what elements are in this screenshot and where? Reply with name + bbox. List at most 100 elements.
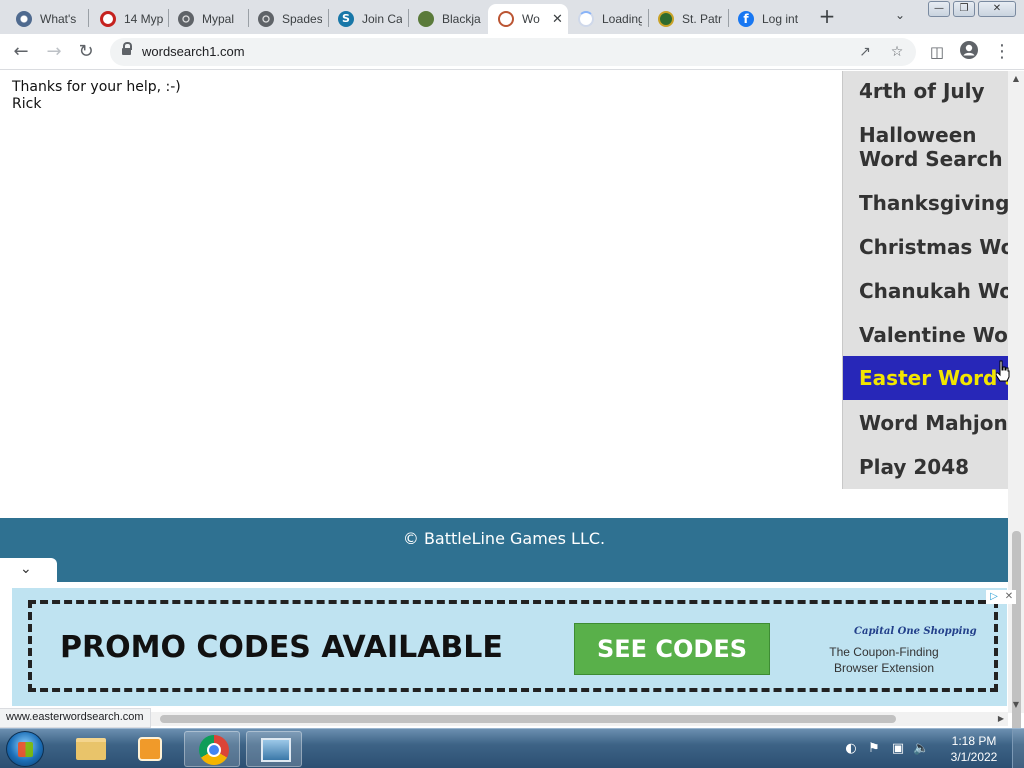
- taskbar-chrome[interactable]: [184, 731, 240, 767]
- bookmark-star-icon[interactable]: ☆: [886, 41, 908, 63]
- tab-strip: What's 14 Myp Mypal Spades S Join Ca Bla…: [0, 0, 1024, 34]
- facebook-icon: f: [738, 11, 754, 27]
- thanks-message: Thanks for your help, :-) Rick: [12, 79, 181, 113]
- profile-avatar-icon[interactable]: [957, 40, 981, 64]
- tab-separator: [88, 9, 89, 27]
- tab-6-active[interactable]: Wo ✕: [488, 4, 568, 34]
- windows-start-button[interactable]: [6, 731, 44, 767]
- side-panel-icon[interactable]: ◫: [925, 40, 949, 64]
- tab-title: What's: [40, 12, 77, 26]
- back-arrow-icon[interactable]: ←: [9, 40, 33, 64]
- sidebar-menu: 4rth of July Halloween Word Search Thank…: [842, 71, 1008, 489]
- vertical-scrollbar[interactable]: ▲ ▼: [1008, 71, 1024, 761]
- promo-ad-banner[interactable]: PROMO CODES AVAILABLE SEE CODES Capital …: [12, 588, 1016, 706]
- skype-icon: S: [338, 11, 354, 27]
- message-line-2: Rick: [12, 96, 42, 112]
- tab-title: Wo: [522, 12, 540, 26]
- menu-item-christmas[interactable]: Christmas Word Search: [843, 235, 1008, 259]
- clock-date: 3/1/2022: [950, 750, 998, 764]
- horizontal-scrollbar-thumb[interactable]: [160, 715, 896, 723]
- chrome-icon: [16, 11, 32, 27]
- windows-taskbar: ◐ ⚑ ▣ 🔈 1:18 PM 3/1/2022: [0, 728, 1024, 768]
- adchoices-icon[interactable]: ▷: [986, 590, 1002, 604]
- ad-close-icon[interactable]: ✕: [1002, 590, 1016, 604]
- tab-title: Spades: [282, 12, 322, 26]
- globe-icon: [258, 11, 274, 27]
- tab-search-chevron-icon[interactable]: ⌄: [895, 8, 905, 22]
- browser-menu-kebab-icon[interactable]: ⋮: [990, 40, 1014, 64]
- tab-title: Blackja: [442, 12, 481, 26]
- scrollbar-thumb[interactable]: [1012, 531, 1021, 761]
- close-tab-icon[interactable]: ✕: [552, 12, 563, 27]
- menu-item-halloween[interactable]: Halloween Word Search: [843, 123, 1003, 171]
- tab-title: Log int: [762, 12, 799, 26]
- menu-item-play-2048[interactable]: Play 2048: [843, 455, 1008, 479]
- taskbar-file-explorer[interactable]: [62, 731, 118, 767]
- tab-1[interactable]: 14 Myp: [90, 4, 168, 34]
- reload-icon[interactable]: ↻: [74, 40, 98, 64]
- tab-title: Join Ca: [362, 12, 402, 26]
- taskbar-media-player[interactable]: [122, 731, 178, 767]
- horizontal-scrollbar[interactable]: ▶: [0, 712, 1008, 726]
- capital-one-shopping-logo: Capital One Shopping: [854, 626, 977, 637]
- weather-tray-icon[interactable]: ◐: [843, 741, 859, 757]
- chevron-down-icon: ⌄: [20, 561, 32, 577]
- new-tab-plus-icon[interactable]: +: [816, 6, 838, 28]
- address-bar[interactable]: wordsearch1.com ↗ ☆: [110, 38, 916, 66]
- tab-2[interactable]: Mypal: [168, 4, 248, 34]
- volume-icon[interactable]: 🔈: [913, 741, 929, 757]
- tab-title: St. Patri: [682, 12, 722, 26]
- action-center-flag-icon[interactable]: ⚑: [866, 741, 882, 757]
- red-circle-icon: [100, 11, 116, 27]
- tab-4[interactable]: S Join Ca: [328, 4, 408, 34]
- status-bar-url: www.easterwordsearch.com: [0, 708, 151, 728]
- forward-arrow-icon[interactable]: →: [42, 40, 66, 64]
- tab-8[interactable]: St. Patri: [648, 4, 728, 34]
- tab-title: Mypal: [202, 12, 235, 26]
- tab-title: 14 Myp: [124, 12, 164, 26]
- menu-item-thanksgiving[interactable]: Thanksgiving Word Search: [843, 191, 1008, 215]
- close-window-icon[interactable]: ✕: [978, 1, 1016, 17]
- chrome-icon: [199, 735, 229, 765]
- game-icon: [418, 11, 434, 27]
- restore-window-icon[interactable]: ❐: [953, 1, 975, 17]
- system-clock[interactable]: 1:18 PM 3/1/2022: [940, 733, 1008, 765]
- folder-icon: [76, 738, 106, 760]
- ad-collapse-toggle[interactable]: ⌄: [0, 558, 57, 583]
- scroll-right-arrow-icon[interactable]: ▶: [998, 712, 1004, 726]
- scroll-up-arrow-icon[interactable]: ▲: [1008, 71, 1024, 87]
- clock-time: 1:18 PM: [951, 734, 997, 748]
- tab-7[interactable]: Loading: [568, 4, 648, 34]
- menu-item-word-mahjong[interactable]: Word Mahjong: [843, 411, 1008, 435]
- wordsearch-icon: [498, 11, 514, 27]
- show-desktop-button[interactable]: [1012, 729, 1024, 768]
- tab-9[interactable]: f Log int: [728, 4, 808, 34]
- hand-cursor-icon: [996, 360, 1010, 382]
- shamrock-icon: [658, 11, 674, 27]
- ad-bar: PROMO CODES AVAILABLE SEE CODES Capital …: [0, 582, 1016, 712]
- media-player-icon: [138, 737, 162, 761]
- ad-tagline: The Coupon-Finding Browser Extension: [829, 645, 939, 675]
- scroll-down-arrow-icon[interactable]: ▼: [1008, 697, 1024, 713]
- taskbar-picture-viewer[interactable]: [246, 731, 302, 767]
- see-codes-button[interactable]: SEE CODES: [574, 623, 770, 675]
- tab-title: Loading: [602, 12, 642, 26]
- url-text[interactable]: wordsearch1.com: [142, 44, 245, 59]
- menu-item-valentine[interactable]: Valentine Word Search: [843, 323, 1008, 347]
- page-footer: © BattleLine Games LLC.: [0, 518, 1008, 582]
- tab-3[interactable]: Spades: [248, 4, 328, 34]
- tab-5[interactable]: Blackja: [408, 4, 488, 34]
- loading-spinner-icon: [578, 11, 594, 27]
- tab-0[interactable]: What's: [6, 4, 86, 34]
- menu-item-chanukah[interactable]: Chanukah Word Search: [843, 279, 1008, 303]
- share-icon[interactable]: ↗: [854, 41, 876, 63]
- minimize-window-icon[interactable]: —: [928, 1, 950, 17]
- menu-item-easter[interactable]: Easter Word Search: [843, 356, 1008, 400]
- picture-viewer-icon: [261, 738, 291, 762]
- lock-icon[interactable]: [122, 42, 132, 58]
- ad-headline[interactable]: PROMO CODES AVAILABLE: [60, 630, 503, 665]
- globe-icon: [178, 11, 194, 27]
- menu-item-4th-of-july[interactable]: 4rth of July: [843, 79, 1008, 103]
- network-icon[interactable]: ▣: [890, 741, 906, 757]
- message-line-1: Thanks for your help, :-): [12, 79, 181, 95]
